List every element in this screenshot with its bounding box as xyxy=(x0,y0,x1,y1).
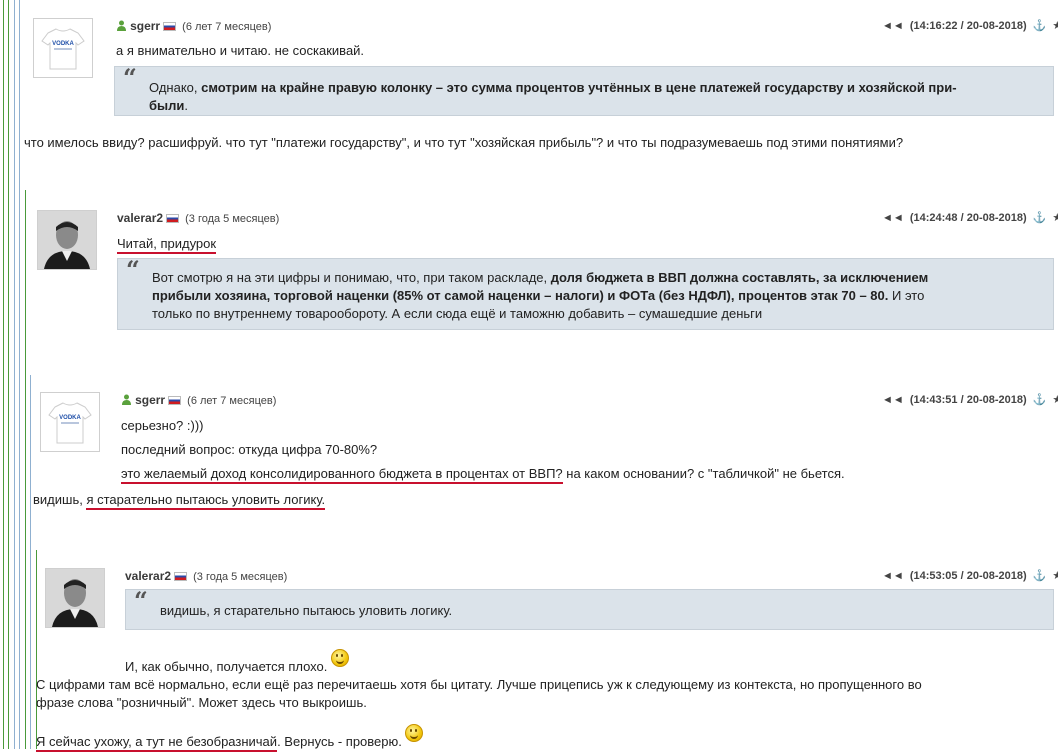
quote-block: “ Вот смотрю я на эти цифры и понимаю, ч… xyxy=(117,258,1054,330)
user-online-icon xyxy=(122,394,131,405)
tenure: (3 года 5 месяцев) xyxy=(185,213,280,225)
anchor-icon[interactable]: ⚓ xyxy=(1033,212,1047,224)
anchor-icon[interactable]: ⚓ xyxy=(1033,394,1047,406)
username[interactable]: valerar2 xyxy=(125,569,171,583)
thread-line xyxy=(14,0,15,749)
star-icon[interactable]: ★ xyxy=(1052,570,1058,582)
rewind-icon[interactable]: ◄◄ xyxy=(882,212,904,224)
avatar[interactable]: VODKA xyxy=(33,18,93,78)
thread-line xyxy=(3,0,4,749)
tenure: (3 года 5 месяцев) xyxy=(193,571,288,583)
quote-mark-icon: “ xyxy=(123,63,137,92)
russia-flag-icon xyxy=(168,396,182,405)
post-time[interactable]: (14:16:22 / 20-08-2018) xyxy=(910,20,1027,32)
avatar[interactable]: VODKA xyxy=(40,392,100,452)
russia-flag-icon xyxy=(174,572,188,581)
post-text: что имелось ввиду? расшифруй. что тут "п… xyxy=(24,135,904,150)
post-meta: sgerr (6 лет 7 месяцев) xyxy=(121,393,276,407)
thread-line xyxy=(8,0,9,749)
post-text: видишь, я старательно пытаюсь уловить ло… xyxy=(33,492,326,510)
username[interactable]: sgerr xyxy=(130,19,160,33)
tenure: (6 лет 7 месяцев) xyxy=(182,21,272,33)
thread-line xyxy=(19,0,20,749)
post-time[interactable]: (14:24:48 / 20-08-2018) xyxy=(910,212,1027,224)
post-meta: valerar2 (3 года 5 месяцев) xyxy=(117,211,279,225)
post-meta: valerar2 (3 года 5 месяцев) xyxy=(125,569,287,583)
thread-line xyxy=(25,190,26,749)
post-text: а я внимательно и читаю. не соскакивай. xyxy=(116,43,365,58)
smile-emoji-icon xyxy=(405,724,424,742)
star-icon[interactable]: ★ xyxy=(1052,20,1058,32)
rewind-icon[interactable]: ◄◄ xyxy=(882,20,904,32)
post-actions: ◄◄ (14:53:05 / 20-08-2018) ⚓ ★ xyxy=(879,569,1058,582)
quote-text: Однако, смотрим на крайне правую колонку… xyxy=(149,80,957,113)
russia-flag-icon xyxy=(166,214,180,223)
post-text: последний вопрос: откуда цифра 70-80%? xyxy=(121,442,378,457)
quote-mark-icon: “ xyxy=(134,586,148,615)
rewind-icon[interactable]: ◄◄ xyxy=(882,394,904,406)
rewind-icon[interactable]: ◄◄ xyxy=(882,570,904,582)
username[interactable]: sgerr xyxy=(135,393,165,407)
post-actions: ◄◄ (14:43:51 / 20-08-2018) ⚓ ★ xyxy=(879,393,1058,406)
quote-block: “ видишь, я старательно пытаюсь уловить … xyxy=(125,589,1054,630)
avatar[interactable] xyxy=(37,210,97,270)
post-text: это желаемый доход консолидированного бю… xyxy=(121,466,845,484)
tenure: (6 лет 7 месяцев) xyxy=(187,395,277,407)
thread-line xyxy=(36,550,37,749)
post-text: Я сейчас ухожу, а тут не безобразничай. … xyxy=(36,724,424,752)
svg-text:VODKA: VODKA xyxy=(52,41,74,47)
quote-mark-icon: “ xyxy=(126,255,140,284)
post-meta: sgerr (6 лет 7 месяцев) xyxy=(116,19,271,33)
quote-block: “ Однако, смотрим на крайне правую колон… xyxy=(114,66,1054,116)
quote-text: видишь, я старательно пытаюсь уловить ло… xyxy=(160,603,453,618)
star-icon[interactable]: ★ xyxy=(1052,394,1058,406)
russia-flag-icon xyxy=(163,22,177,31)
post-time[interactable]: (14:43:51 / 20-08-2018) xyxy=(910,394,1027,406)
quote-text: Вот смотрю я на эти цифры и понимаю, что… xyxy=(152,270,929,321)
user-online-icon xyxy=(117,20,126,31)
post-actions: ◄◄ (14:16:22 / 20-08-2018) ⚓ ★ xyxy=(879,19,1058,32)
post-text: серьезно? :))) xyxy=(121,418,204,433)
thread-line xyxy=(30,375,31,749)
username[interactable]: valerar2 xyxy=(117,211,163,225)
post-text: И, как обычно, получается плохо. xyxy=(125,649,350,674)
star-icon[interactable]: ★ xyxy=(1052,212,1058,224)
smile-emoji-icon xyxy=(331,649,350,667)
post-actions: ◄◄ (14:24:48 / 20-08-2018) ⚓ ★ xyxy=(879,211,1058,224)
anchor-icon[interactable]: ⚓ xyxy=(1033,570,1047,582)
anchor-icon[interactable]: ⚓ xyxy=(1033,20,1047,32)
svg-text:VODKA: VODKA xyxy=(59,415,81,421)
avatar[interactable] xyxy=(45,568,105,628)
post-text: Читай, придурок xyxy=(117,236,217,254)
post-time[interactable]: (14:53:05 / 20-08-2018) xyxy=(910,570,1027,582)
post-paragraph: С цифрами там всё нормально, если ещё ра… xyxy=(36,677,922,710)
